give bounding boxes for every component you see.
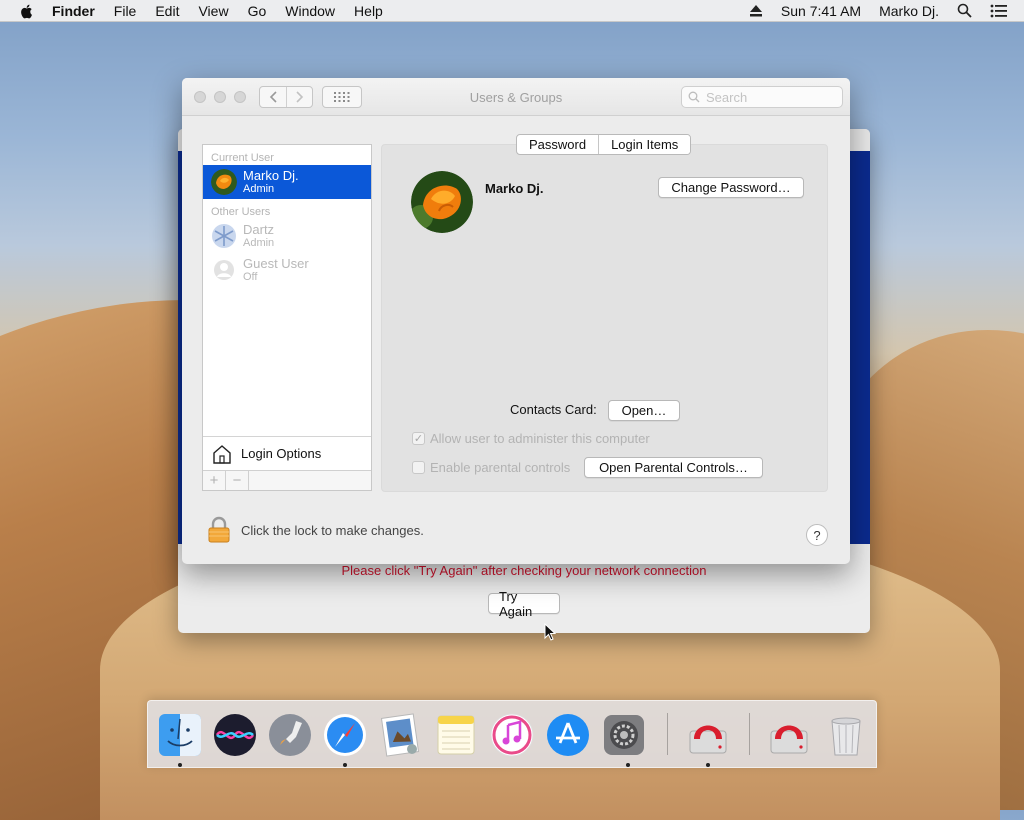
eject-icon[interactable] xyxy=(749,4,763,17)
siri-dock-icon[interactable] xyxy=(211,711,259,759)
menu-user[interactable]: Marko Dj. xyxy=(879,3,939,19)
notes-dock-icon[interactable] xyxy=(432,711,480,759)
search-input[interactable] xyxy=(704,88,834,106)
lock-icon[interactable] xyxy=(207,516,231,544)
system-preferences-dock-icon[interactable] xyxy=(600,711,648,759)
menu-file[interactable]: File xyxy=(114,3,137,19)
help-button[interactable]: ? xyxy=(806,524,828,546)
user-picture[interactable] xyxy=(411,171,473,233)
login-options-label: Login Options xyxy=(241,446,322,461)
itunes-dock-icon[interactable] xyxy=(488,711,536,759)
user-row-current[interactable]: Marko Dj. Admin xyxy=(203,165,371,199)
guest-avatar-icon xyxy=(214,260,234,280)
menu-view[interactable]: View xyxy=(198,3,228,19)
finder-running-dot xyxy=(178,763,182,767)
safari-running-dot xyxy=(343,763,347,767)
network-error-message: Please click "Try Again" after checking … xyxy=(341,563,707,578)
menu-bar: Finder File Edit View Go Window Help Sun… xyxy=(0,0,1024,22)
detail-tabs: Password Login Items xyxy=(516,134,692,155)
parental-controls-checkbox[interactable]: Enable parental controls xyxy=(412,460,570,475)
system-preferences-running-dot xyxy=(626,763,630,767)
menu-clock[interactable]: Sun 7:41 AM xyxy=(781,3,861,19)
dartz-user-name: Dartz xyxy=(243,222,275,237)
menu-finder[interactable]: Finder xyxy=(52,3,95,19)
tab-login-items[interactable]: Login Items xyxy=(598,135,691,154)
current-user-header: Current User xyxy=(211,152,274,164)
add-user-button[interactable]: + xyxy=(203,471,226,490)
snowflake-avatar-icon xyxy=(212,224,236,248)
change-password-button[interactable]: Change Password… xyxy=(658,177,804,198)
lock-row: Click the lock to make changes. xyxy=(207,516,424,544)
spotlight-icon[interactable] xyxy=(957,3,972,18)
open-contacts-button[interactable]: Open… xyxy=(608,400,680,421)
poppy-avatar-icon xyxy=(211,169,237,195)
menu-edit[interactable]: Edit xyxy=(155,3,179,19)
installer-disk-dock-icon[interactable] xyxy=(765,711,813,759)
remove-user-button[interactable]: − xyxy=(226,471,249,490)
dock-separator-2 xyxy=(749,713,750,755)
dartz-user-role: Admin xyxy=(243,237,275,249)
parental-controls-label: Enable parental controls xyxy=(430,460,571,475)
contacts-card-label: Contacts Card: xyxy=(510,402,597,417)
user-row-guest[interactable]: Guest User Off xyxy=(203,253,371,287)
preview-dock-icon[interactable] xyxy=(376,711,424,759)
search-field[interactable] xyxy=(681,86,843,108)
menu-go[interactable]: Go xyxy=(248,3,267,19)
allow-admin-checkbox[interactable]: ✓ Allow user to administer this computer xyxy=(412,431,650,446)
installer-running-dot xyxy=(706,763,710,767)
menu-window[interactable]: Window xyxy=(285,3,335,19)
mouse-cursor-icon xyxy=(544,623,556,641)
notification-center-icon[interactable] xyxy=(990,4,1008,18)
installer-dock-icon[interactable] xyxy=(684,711,732,759)
safari-dock-icon[interactable] xyxy=(321,711,369,759)
window-titlebar: Users & Groups xyxy=(182,78,850,116)
login-options-item[interactable]: Login Options xyxy=(203,436,371,470)
user-row-dartz[interactable]: Dartz Admin xyxy=(203,219,371,253)
trash-dock-icon[interactable] xyxy=(822,711,870,759)
try-again-button[interactable]: Try Again xyxy=(488,589,560,619)
open-parental-controls-button[interactable]: Open Parental Controls… xyxy=(584,457,763,478)
parental-check-box xyxy=(412,461,425,474)
tab-password[interactable]: Password xyxy=(517,135,598,154)
menu-help[interactable]: Help xyxy=(354,3,383,19)
apple-menu-icon[interactable] xyxy=(18,2,36,20)
launchpad-dock-icon[interactable] xyxy=(266,711,314,759)
house-icon xyxy=(213,444,231,464)
add-remove-bar: + − xyxy=(203,470,371,490)
allow-admin-label: Allow user to administer this computer xyxy=(430,431,650,446)
current-user-role: Admin xyxy=(243,183,275,195)
detail-user-name: Marko Dj. xyxy=(485,181,544,196)
current-user-name: Marko Dj. xyxy=(243,168,299,183)
guest-user-name: Guest User xyxy=(243,256,309,271)
app-store-dock-icon[interactable] xyxy=(544,711,592,759)
guest-user-role: Off xyxy=(243,271,258,283)
dock xyxy=(147,700,877,768)
dock-separator xyxy=(667,713,668,755)
user-list: Current User Marko Dj. Admin Other Users… xyxy=(202,144,372,491)
other-users-header: Other Users xyxy=(211,206,271,218)
search-icon xyxy=(688,91,700,103)
lock-message: Click the lock to make changes. xyxy=(241,522,424,538)
allow-admin-check-icon: ✓ xyxy=(412,432,425,445)
finder-dock-icon[interactable] xyxy=(156,711,204,759)
